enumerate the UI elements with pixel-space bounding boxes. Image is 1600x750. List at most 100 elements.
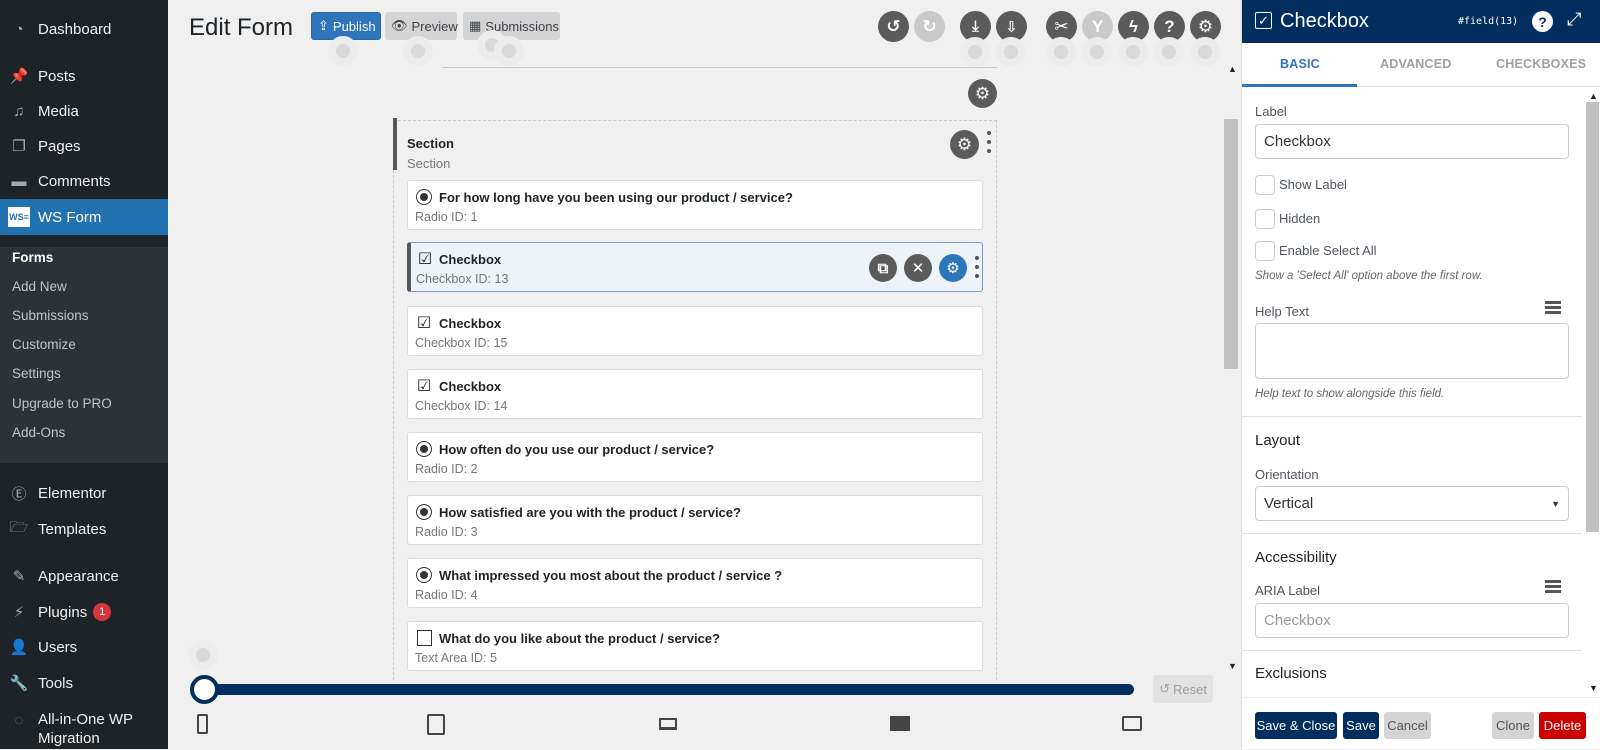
help-text-textarea[interactable] (1255, 323, 1569, 379)
submenu-add-new[interactable]: Add New (12, 279, 67, 294)
breakpoint-reset-button[interactable]: ↺ Reset (1153, 675, 1213, 703)
delete-field-icon[interactable]: ✕ (904, 254, 932, 282)
actions-icon[interactable]: ϟ (1118, 11, 1149, 42)
submenu-upgrade[interactable]: Upgrade to PRO (12, 396, 112, 411)
canvas-scrollbar-thumb[interactable] (1224, 119, 1238, 369)
cancel-button[interactable]: Cancel (1384, 712, 1431, 739)
ws-form-icon: WS≡ (8, 206, 30, 228)
menu-plugins[interactable]: ⚡ Plugins 1 (0, 594, 168, 630)
field-row[interactable]: What impressed you most about the produc… (407, 558, 983, 608)
tour-hotspot[interactable] (1090, 45, 1104, 59)
field-variable[interactable]: #field(13) (1458, 16, 1518, 27)
submenu-submissions[interactable]: Submissions (12, 308, 89, 323)
menu-all-in-one-migration[interactable]: ◌ All-in-One WP Migration (0, 710, 168, 750)
desktop-icon[interactable] (890, 716, 910, 731)
export-icon[interactable]: ⇩ (996, 11, 1027, 42)
field-row-selected[interactable]: ☑ Checkbox Checkbox ID: 13 ⧉ ✕ ⚙ (407, 242, 983, 292)
menu-templates[interactable]: 🗁 Templates (0, 511, 168, 547)
field-row[interactable]: How satisfied are you with the product /… (407, 495, 983, 545)
redo-icon[interactable]: ↻ (914, 11, 945, 42)
tour-hotspot[interactable] (196, 648, 210, 662)
large-desktop-icon[interactable] (1122, 716, 1142, 731)
menu-pages[interactable]: ❐ Pages (0, 128, 168, 164)
menu-dashboard[interactable]: ◔ Dashboard (0, 11, 168, 47)
tab-advanced[interactable]: ADVANCED (1380, 57, 1452, 71)
import-icon[interactable]: ⤓ (960, 11, 991, 42)
tour-hotspot[interactable] (968, 45, 982, 59)
tablet-icon[interactable] (427, 714, 445, 735)
tools-icon[interactable]: ✂ (1046, 11, 1077, 42)
canvas-scroll-up-icon[interactable]: ▲ (1228, 64, 1237, 74)
menu-elementor[interactable]: Ⓔ Elementor (0, 475, 168, 511)
publish-button[interactable]: ⇪ Publish (311, 12, 381, 40)
section-drag-handle-icon[interactable] (987, 131, 991, 153)
variables-menu-icon[interactable] (1545, 580, 1561, 593)
tour-hotspot[interactable] (485, 38, 499, 52)
menu-tools[interactable]: 🔧 Tools (0, 665, 168, 701)
tour-hotspot[interactable] (1162, 45, 1176, 59)
menu-comments[interactable]: ▬ Comments (0, 163, 168, 199)
tour-hotspot[interactable] (1126, 45, 1140, 59)
conditional-icon[interactable]: Y (1082, 11, 1113, 42)
field-settings-gear-icon[interactable]: ⚙ (939, 254, 967, 282)
section-settings-gear-icon[interactable]: ⚙ (950, 130, 979, 159)
settings-icon[interactable]: ⚙ (1190, 11, 1221, 42)
tab-settings-gear-icon[interactable]: ⚙ (968, 79, 997, 108)
enable-select-all-checkbox[interactable] (1255, 241, 1275, 261)
submenu-customize[interactable]: Customize (12, 337, 76, 352)
help-icon[interactable]: ? (1532, 11, 1553, 32)
field-row[interactable]: How often do you use our product / servi… (407, 432, 983, 482)
breakpoint-slider-handle[interactable] (190, 675, 219, 704)
laptop-icon[interactable] (659, 718, 677, 730)
field-row[interactable]: What do you like about the product / ser… (407, 621, 983, 671)
plugin-icon: ⚡ (13, 604, 25, 621)
mobile-icon[interactable] (197, 714, 208, 734)
publish-icon: ⇪ (318, 18, 329, 33)
save-close-button[interactable]: Save & Close (1255, 712, 1337, 739)
orientation-select[interactable]: Vertical ▼ (1255, 486, 1569, 521)
section-handle[interactable] (393, 118, 397, 170)
aria-label-input[interactable]: Checkbox (1255, 603, 1569, 638)
breakpoint-slider-track[interactable] (204, 684, 1134, 695)
field-row[interactable]: For how long have you been using our pro… (407, 180, 983, 230)
menu-appearance[interactable]: ✎ Appearance (0, 558, 168, 594)
menu-posts[interactable]: 📌 Posts (0, 58, 168, 94)
panel-scrollbar-thumb[interactable] (1586, 102, 1599, 532)
divider (1242, 533, 1582, 534)
menu-media[interactable]: ♫ Media (0, 93, 168, 129)
delete-button[interactable]: Delete (1539, 712, 1586, 739)
canvas-top-divider (442, 67, 997, 68)
clone-button[interactable]: Clone (1492, 712, 1534, 739)
submenu-settings[interactable]: Settings (12, 366, 61, 381)
label-input[interactable]: Checkbox (1255, 124, 1569, 159)
panel-scroll-up-icon[interactable]: ▲ (1589, 91, 1598, 101)
tour-hotspot[interactable] (336, 44, 350, 58)
preview-button[interactable]: 👁 Preview (385, 12, 458, 40)
field-drag-handle-icon[interactable] (975, 256, 979, 278)
tour-hotspot[interactable] (1004, 45, 1018, 59)
submenu-add-ons[interactable]: Add-Ons (12, 425, 65, 440)
canvas-scroll-down-icon[interactable]: ▼ (1228, 661, 1237, 671)
variables-menu-icon[interactable] (1545, 301, 1561, 314)
save-button[interactable]: Save (1343, 712, 1379, 739)
tour-hotspot[interactable] (1054, 45, 1068, 59)
menu-ws-form[interactable]: WS≡ WS Form (0, 199, 168, 235)
menu-users[interactable]: 👤 Users (0, 629, 168, 665)
field-row[interactable]: ☑ Checkbox Checkbox ID: 15 (407, 306, 983, 356)
tour-hotspot[interactable] (1198, 45, 1212, 59)
tab-basic[interactable]: BASIC (1280, 57, 1320, 71)
tab-checkboxes[interactable]: CHECKBOXES (1496, 57, 1586, 71)
tour-hotspot[interactable] (411, 44, 425, 58)
orientation-label: Orientation (1255, 467, 1319, 482)
clone-field-icon[interactable]: ⧉ (869, 254, 897, 282)
submissions-button[interactable]: ▦ Submissions (463, 12, 560, 40)
panel-scroll-down-icon[interactable]: ▼ (1589, 683, 1598, 693)
tour-hotspot[interactable] (502, 44, 516, 58)
expand-icon[interactable]: ⤢ (1567, 9, 1581, 30)
hidden-checkbox[interactable] (1255, 209, 1275, 229)
field-row[interactable]: ☑ Checkbox Checkbox ID: 14 (407, 369, 983, 419)
help-icon[interactable]: ? (1154, 11, 1185, 42)
submenu-forms[interactable]: Forms (12, 250, 53, 265)
show-label-checkbox[interactable] (1255, 175, 1275, 195)
undo-history-icon[interactable]: ↺ (878, 11, 909, 42)
